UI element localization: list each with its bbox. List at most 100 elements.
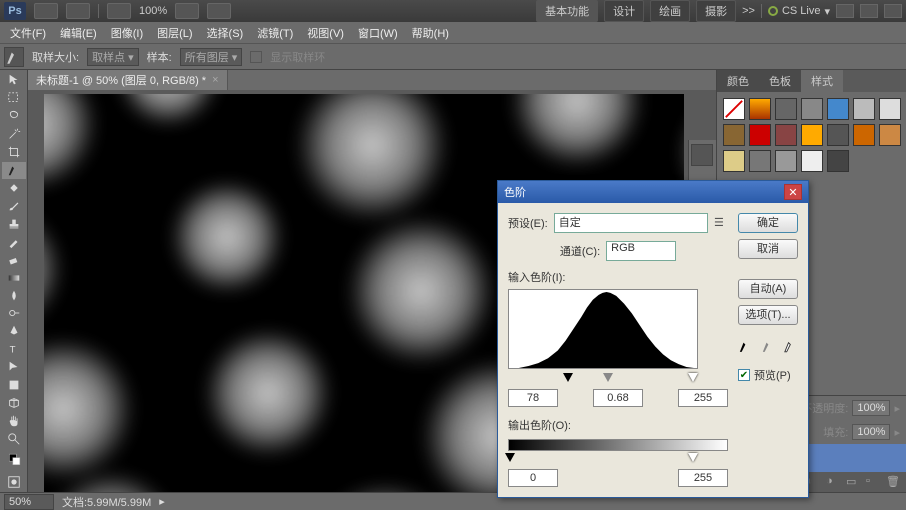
close-tab-icon[interactable]: × (212, 74, 218, 86)
show-sampling-ring-checkbox[interactable] (250, 51, 262, 63)
output-white-slider[interactable] (688, 453, 698, 462)
window-minimize[interactable] (836, 4, 854, 18)
input-black-field[interactable] (508, 389, 558, 407)
type-tool[interactable]: T (2, 341, 26, 358)
stamp-tool[interactable] (2, 215, 26, 232)
menu-file[interactable]: 文件(F) (4, 23, 52, 43)
screen-mode-button[interactable] (207, 3, 231, 19)
history-brush-tool[interactable] (2, 233, 26, 250)
sample-layers-select[interactable]: 所有图层 ▾ (180, 48, 243, 66)
move-tool[interactable] (2, 72, 26, 89)
window-restore[interactable] (860, 4, 878, 18)
zoom-tool[interactable] (2, 430, 26, 447)
black-eyedropper-icon[interactable] (738, 337, 753, 355)
white-eyedropper-icon[interactable] (783, 337, 798, 355)
current-tool-icon[interactable] (4, 47, 24, 67)
workspace-more[interactable]: >> (742, 5, 755, 17)
opacity-value[interactable]: 100% (852, 400, 890, 416)
output-white-field[interactable] (678, 469, 728, 487)
path-select-tool[interactable] (2, 359, 26, 376)
style-swatch[interactable] (801, 98, 823, 120)
style-swatch[interactable] (749, 150, 771, 172)
status-flyout-icon[interactable]: ▸ (159, 495, 165, 508)
trash-icon[interactable]: 🗑 (886, 475, 900, 489)
style-swatch[interactable] (749, 124, 771, 146)
document-tab[interactable]: 未标题-1 @ 50% (图层 0, RGB/8) * × (28, 70, 228, 90)
menu-help[interactable]: 帮助(H) (406, 23, 455, 43)
style-swatch[interactable] (853, 98, 875, 120)
bridge-button[interactable] (34, 3, 58, 19)
menu-layer[interactable]: 图层(L) (151, 23, 198, 43)
style-swatch[interactable] (749, 98, 771, 120)
gradient-tool[interactable] (2, 269, 26, 286)
hand-tool[interactable] (2, 413, 26, 430)
sample-size-select[interactable]: 取样点 ▾ (87, 48, 139, 66)
brush-tool[interactable] (2, 197, 26, 214)
shape-tool[interactable] (2, 377, 26, 394)
fill-flyout-icon[interactable]: ▸ (894, 426, 900, 439)
menu-edit[interactable]: 编辑(E) (54, 23, 103, 43)
channel-select[interactable]: RGB (606, 241, 676, 261)
opacity-flyout-icon[interactable]: ▸ (894, 402, 900, 415)
auto-button[interactable]: 自动(A) (738, 279, 798, 299)
blur-tool[interactable] (2, 287, 26, 304)
style-swatch[interactable] (879, 124, 901, 146)
window-close[interactable] (884, 4, 902, 18)
style-swatch[interactable] (775, 98, 797, 120)
style-swatch[interactable] (723, 124, 745, 146)
fill-value[interactable]: 100% (852, 424, 890, 440)
zoom-level[interactable]: 100% (139, 5, 167, 17)
preset-select[interactable]: 自定 (554, 213, 708, 233)
cancel-button[interactable]: 取消 (738, 239, 798, 259)
lasso-tool[interactable] (2, 108, 26, 125)
style-swatch[interactable] (801, 150, 823, 172)
style-swatch[interactable] (827, 98, 849, 120)
adjustment-icon[interactable]: ◑ (826, 475, 840, 489)
eyedropper-tool[interactable] (2, 162, 26, 179)
input-white-field[interactable] (678, 389, 728, 407)
preview-checkbox[interactable]: ✔ 预览(P) (738, 367, 798, 383)
output-black-field[interactable] (508, 469, 558, 487)
menu-filter[interactable]: 滤镜(T) (251, 23, 299, 43)
input-sliders[interactable] (508, 373, 728, 385)
3d-tool[interactable] (2, 395, 26, 412)
wand-tool[interactable] (2, 126, 26, 143)
menu-view[interactable]: 视图(V) (301, 23, 350, 43)
gray-eyedropper-icon[interactable] (761, 337, 776, 355)
black-point-slider[interactable] (563, 373, 573, 382)
eraser-tool[interactable] (2, 251, 26, 268)
cslive-button[interactable]: CS Live▾ (768, 5, 830, 18)
style-swatch[interactable] (775, 150, 797, 172)
workspace-painting[interactable]: 绘画 (650, 0, 690, 22)
group-icon[interactable]: ▭ (846, 475, 860, 489)
tab-swatches[interactable]: 色板 (759, 70, 801, 92)
marquee-tool[interactable] (2, 90, 26, 107)
preset-menu-icon[interactable]: ☰ (714, 216, 728, 230)
healing-tool[interactable] (2, 180, 26, 197)
quick-mask-toggle[interactable] (2, 473, 26, 490)
pen-tool[interactable] (2, 323, 26, 340)
dialog-close-button[interactable]: ✕ (784, 184, 802, 200)
workspace-photography[interactable]: 摄影 (696, 0, 736, 22)
white-point-slider[interactable] (688, 373, 698, 382)
style-swatch[interactable] (723, 150, 745, 172)
dialog-titlebar[interactable]: 色阶 ✕ (498, 181, 808, 203)
dock-collapse-icon[interactable] (691, 144, 713, 166)
workspace-design[interactable]: 设计 (604, 0, 644, 22)
style-swatch[interactable] (879, 98, 901, 120)
view-extras-button[interactable] (107, 3, 131, 19)
crop-tool[interactable] (2, 144, 26, 161)
menu-window[interactable]: 窗口(W) (352, 23, 404, 43)
status-zoom[interactable]: 50% (4, 494, 54, 510)
output-sliders[interactable] (508, 453, 728, 465)
new-layer-icon[interactable]: ▫ (866, 475, 880, 489)
menu-image[interactable]: 图像(I) (105, 23, 149, 43)
options-button[interactable]: 选项(T)... (738, 305, 798, 325)
gamma-slider[interactable] (603, 373, 613, 382)
minibridge-button[interactable] (66, 3, 90, 19)
dodge-tool[interactable] (2, 305, 26, 322)
workspace-essentials[interactable]: 基本功能 (536, 0, 598, 22)
tab-color[interactable]: 颜色 (717, 70, 759, 92)
tab-styles[interactable]: 样式 (801, 70, 843, 92)
ok-button[interactable]: 确定 (738, 213, 798, 233)
